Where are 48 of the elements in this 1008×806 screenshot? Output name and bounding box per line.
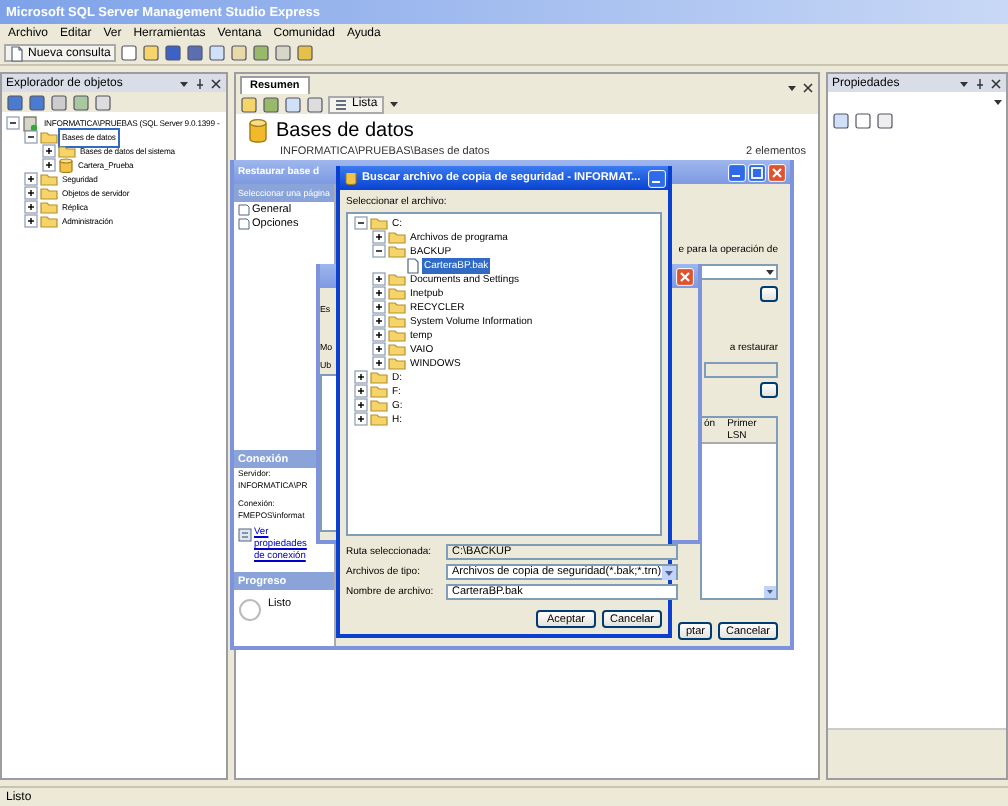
expand-toggle[interactable] [24,130,38,144]
server-icon [22,115,40,131]
expand-toggle[interactable] [372,328,386,342]
page-heading: Bases de datos [276,120,414,142]
database-icon [248,118,268,144]
app-icon [344,170,358,186]
browse-button[interactable] [760,382,778,398]
expand-toggle[interactable] [354,412,368,426]
browse-button[interactable] [760,286,778,302]
expand-toggle[interactable] [372,272,386,286]
expand-toggle[interactable] [354,216,368,230]
database-icon [58,157,74,173]
dropdown-icon[interactable] [387,98,400,110]
properties-icon [238,528,252,542]
close-icon[interactable] [990,77,1002,89]
maximize-button[interactable] [748,163,766,181]
expand-toggle[interactable] [372,342,386,356]
dropdown-field[interactable] [704,362,778,378]
expand-toggle[interactable] [372,300,386,314]
dropdown-icon[interactable] [958,77,970,89]
expand-toggle[interactable] [354,398,368,412]
expand-toggle[interactable] [42,144,56,158]
expand-toggle[interactable] [24,172,38,186]
expand-toggle[interactable] [372,314,386,328]
expand-toggle[interactable] [354,384,368,398]
dropdown-icon [764,266,776,278]
close-icon[interactable] [210,77,222,89]
minimize-button[interactable] [648,169,667,187]
expand-toggle[interactable] [372,286,386,300]
expand-toggle[interactable] [42,158,56,172]
expand-toggle[interactable] [372,244,386,258]
pin-icon[interactable] [974,77,986,89]
expand-toggle[interactable] [24,214,38,228]
expand-toggle[interactable] [372,230,386,244]
progress-spinner-icon [238,598,262,622]
expand-toggle[interactable] [6,116,20,130]
close-icon[interactable] [802,82,814,94]
expand-toggle[interactable] [354,370,368,384]
expand-toggle[interactable] [372,356,386,370]
pin-icon[interactable] [194,77,206,89]
scroll-down-icon[interactable] [764,586,776,598]
list-icon [334,97,348,111]
close-button[interactable] [676,267,694,285]
minimize-button[interactable] [728,163,746,181]
dropdown-icon [661,565,676,579]
close-button[interactable] [768,163,786,181]
expand-toggle[interactable] [24,186,38,200]
expand-toggle[interactable] [24,200,38,214]
